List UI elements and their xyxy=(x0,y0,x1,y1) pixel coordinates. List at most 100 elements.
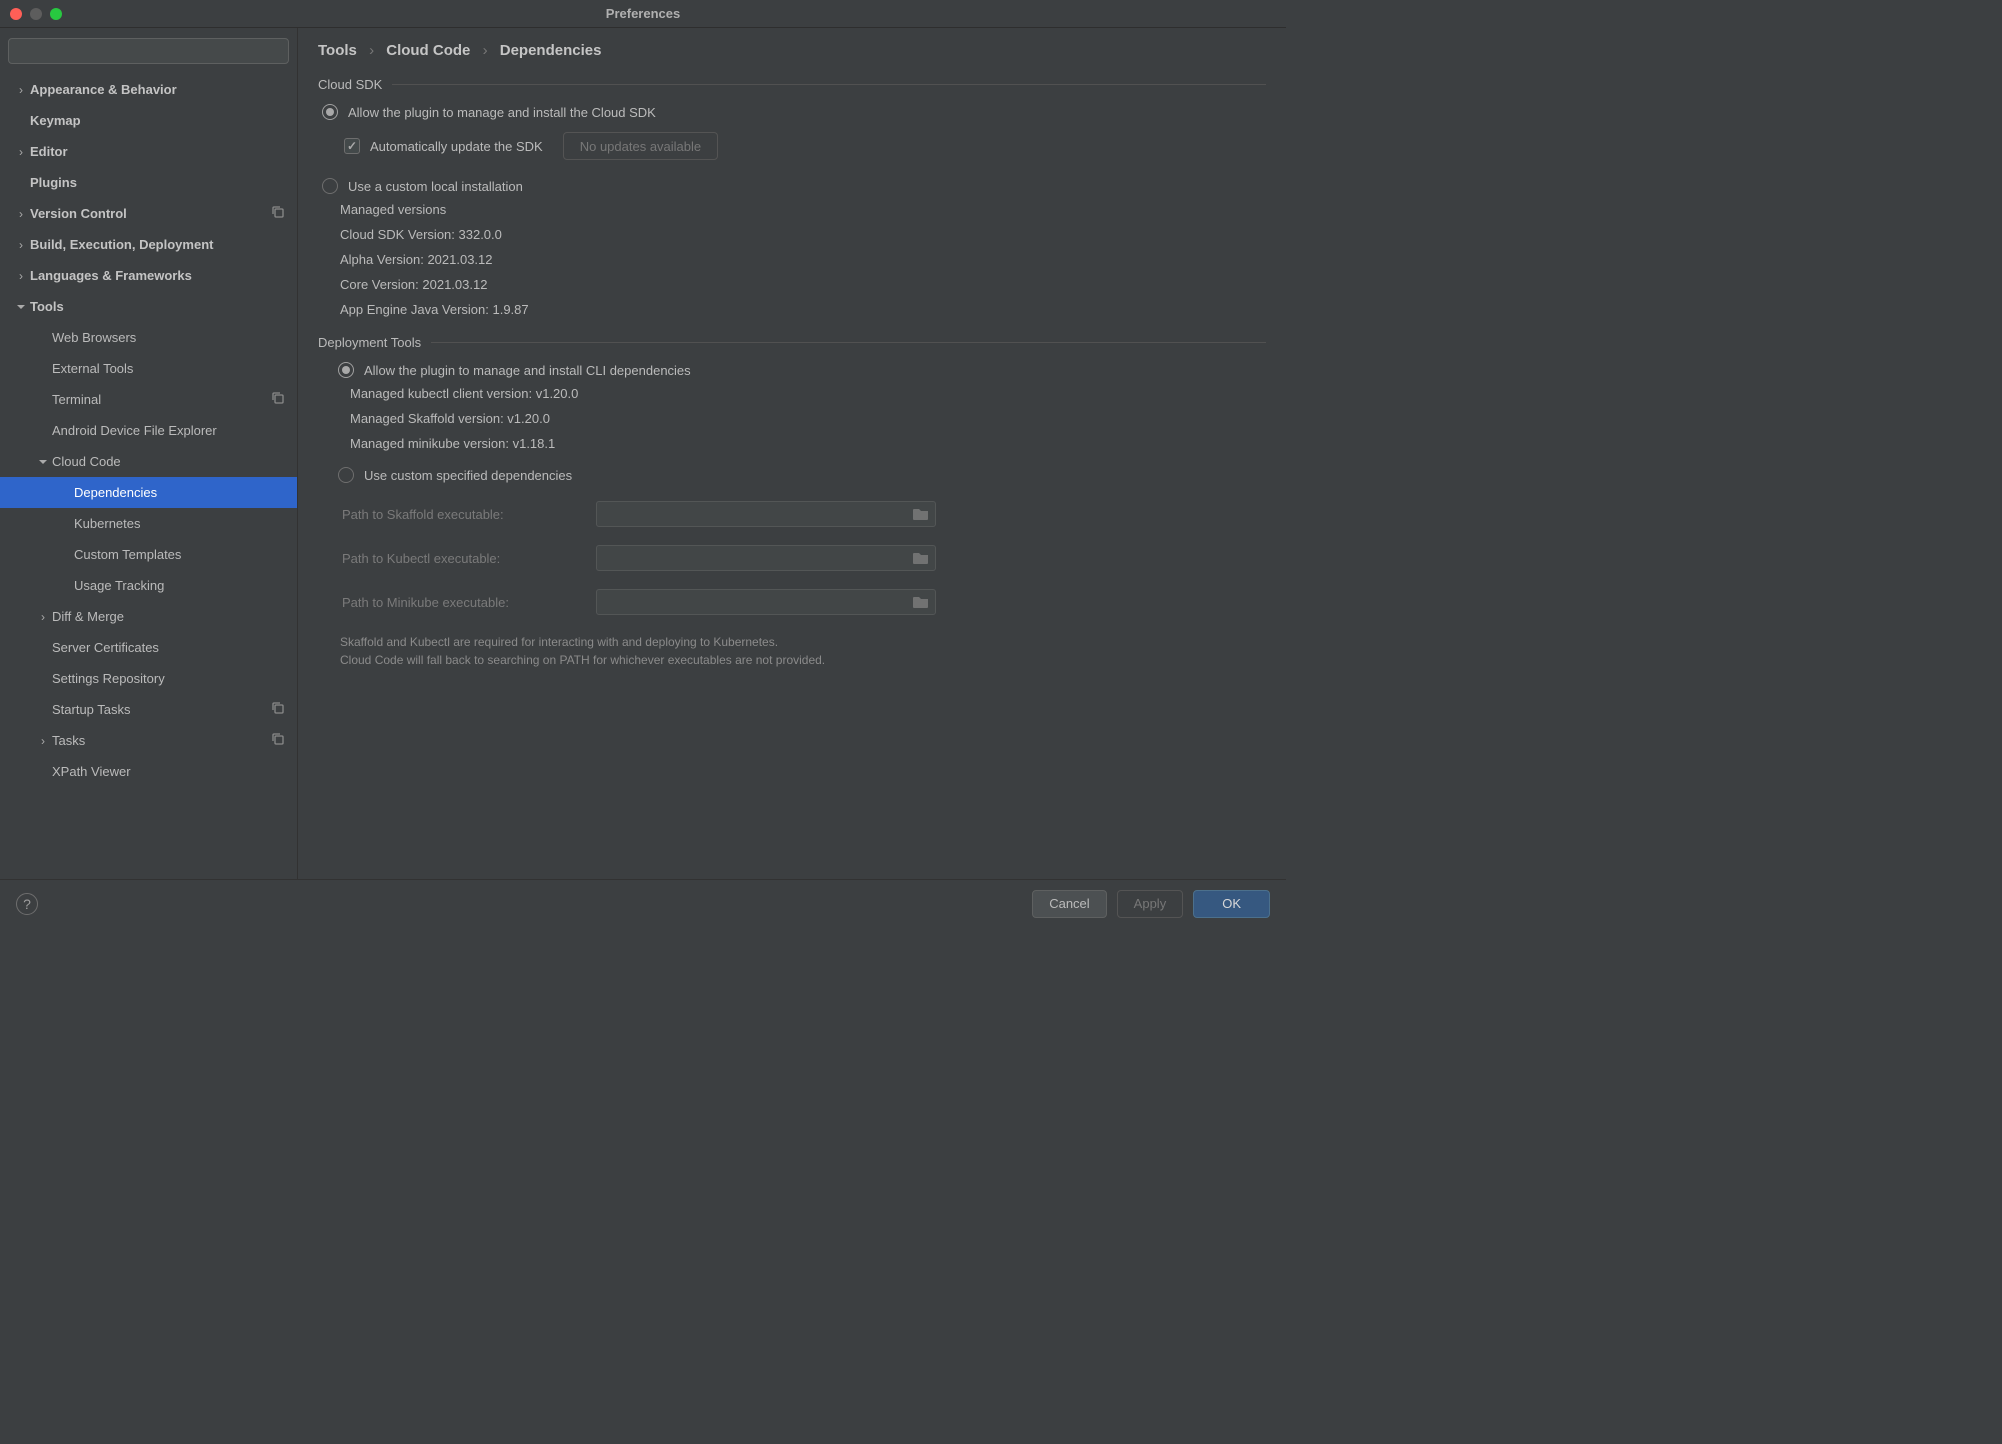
tree-item-android-device-file-explorer[interactable]: Android Device File Explorer xyxy=(0,415,297,446)
tree-item-tasks[interactable]: ›Tasks xyxy=(0,725,297,756)
breadcrumb-part: Dependencies xyxy=(500,42,602,59)
window-controls xyxy=(10,8,62,20)
field-label: Path to Kubectl executable: xyxy=(342,551,576,566)
managed-versions: Managed versions Cloud SDK Version: 332.… xyxy=(340,202,1266,317)
checkbox-auto-update[interactable]: Automatically update the SDK No updates … xyxy=(344,132,1266,160)
radio-label: Use custom specified dependencies xyxy=(364,468,572,483)
zoom-icon[interactable] xyxy=(50,8,62,20)
tree-item-settings-repository[interactable]: Settings Repository xyxy=(0,663,297,694)
tree-item-label: Kubernetes xyxy=(74,516,285,531)
tree-item-editor[interactable]: ›Editor xyxy=(0,136,297,167)
divider xyxy=(431,342,1266,343)
text-input[interactable] xyxy=(603,507,913,522)
tree-item-external-tools[interactable]: External Tools xyxy=(0,353,297,384)
chevron-right-icon: › xyxy=(12,269,30,283)
chevron-down-icon xyxy=(34,457,52,467)
radio-managed-cli[interactable]: Allow the plugin to manage and install C… xyxy=(338,362,1266,378)
info-line: Managed versions xyxy=(340,202,1266,217)
info-line: Managed minikube version: v1.18.1 xyxy=(350,436,1266,451)
folder-icon[interactable] xyxy=(913,595,929,609)
path-minikube-input[interactable] xyxy=(596,589,936,615)
chevron-right-icon: › xyxy=(34,610,52,624)
radio-label: Use a custom local installation xyxy=(348,179,523,194)
tree-item-label: Appearance & Behavior xyxy=(30,82,285,97)
help-button[interactable]: ? xyxy=(16,893,38,915)
tree-item-label: Settings Repository xyxy=(52,671,285,686)
tree-item-xpath-viewer[interactable]: XPath Viewer xyxy=(0,756,297,787)
tree-item-cloud-code[interactable]: Cloud Code xyxy=(0,446,297,477)
ok-button[interactable]: OK xyxy=(1193,890,1270,918)
chevron-right-icon: › xyxy=(34,734,52,748)
section-cloud-sdk: Cloud SDK xyxy=(318,77,1266,92)
tree-item-usage-tracking[interactable]: Usage Tracking xyxy=(0,570,297,601)
close-icon[interactable] xyxy=(10,8,22,20)
tree-item-kubernetes[interactable]: Kubernetes xyxy=(0,508,297,539)
path-kubectl-input[interactable] xyxy=(596,545,936,571)
apply-button[interactable]: Apply xyxy=(1117,890,1184,918)
breadcrumb: Tools › Cloud Code › Dependencies xyxy=(318,42,1266,59)
text-input[interactable] xyxy=(603,595,913,610)
radio-label: Allow the plugin to manage and install C… xyxy=(364,363,691,378)
path-skaffold-input[interactable] xyxy=(596,501,936,527)
minimize-icon[interactable] xyxy=(30,8,42,20)
radio-custom-sdk[interactable]: Use a custom local installation xyxy=(322,178,1266,194)
titlebar: Preferences xyxy=(0,0,1286,28)
radio-icon xyxy=(338,467,354,483)
chevron-right-icon: › xyxy=(12,207,30,221)
section-title: Deployment Tools xyxy=(318,335,421,350)
tree-item-web-browsers[interactable]: Web Browsers xyxy=(0,322,297,353)
tree-item-label: Languages & Frameworks xyxy=(30,268,285,283)
search-input[interactable] xyxy=(8,38,289,64)
text-input[interactable] xyxy=(603,551,913,566)
divider xyxy=(392,84,1266,85)
tree-item-label: XPath Viewer xyxy=(52,764,285,779)
tree-item-label: Startup Tasks xyxy=(52,702,271,717)
tree-item-server-certificates[interactable]: Server Certificates xyxy=(0,632,297,663)
tree-item-tools[interactable]: Tools xyxy=(0,291,297,322)
radio-icon xyxy=(322,104,338,120)
radio-managed-sdk[interactable]: Allow the plugin to manage and install t… xyxy=(322,104,1266,120)
tree-item-dependencies[interactable]: Dependencies xyxy=(0,477,297,508)
tree-item-terminal[interactable]: Terminal xyxy=(0,384,297,415)
hint-line: Cloud Code will fall back to searching o… xyxy=(340,651,1266,669)
chevron-right-icon: › xyxy=(483,42,488,59)
tree-item-label: Server Certificates xyxy=(52,640,285,655)
tree-item-custom-templates[interactable]: Custom Templates xyxy=(0,539,297,570)
tree-item-languages-frameworks[interactable]: ›Languages & Frameworks xyxy=(0,260,297,291)
tree-item-build-execution-deployment[interactable]: ›Build, Execution, Deployment xyxy=(0,229,297,260)
folder-icon[interactable] xyxy=(913,507,929,521)
info-line: Cloud SDK Version: 332.0.0 xyxy=(340,227,1266,242)
field-label: Path to Skaffold executable: xyxy=(342,507,576,522)
window-title: Preferences xyxy=(606,6,680,21)
section-title: Cloud SDK xyxy=(318,77,382,92)
tree-item-startup-tasks[interactable]: Startup Tasks xyxy=(0,694,297,725)
chevron-right-icon: › xyxy=(12,145,30,159)
info-line: Managed Skaffold version: v1.20.0 xyxy=(350,411,1266,426)
copy-icon[interactable] xyxy=(271,701,285,718)
folder-icon[interactable] xyxy=(913,551,929,565)
copy-icon[interactable] xyxy=(271,391,285,408)
radio-custom-cli[interactable]: Use custom specified dependencies xyxy=(338,467,1266,483)
tree-item-label: Custom Templates xyxy=(74,547,285,562)
footer: ? Cancel Apply OK xyxy=(0,879,1286,927)
breadcrumb-part[interactable]: Tools xyxy=(318,42,357,59)
info-line: Core Version: 2021.03.12 xyxy=(340,277,1266,292)
chevron-right-icon: › xyxy=(12,238,30,252)
tree-item-keymap[interactable]: Keymap xyxy=(0,105,297,136)
tree-item-version-control[interactable]: ›Version Control xyxy=(0,198,297,229)
tree-item-diff-merge[interactable]: ›Diff & Merge xyxy=(0,601,297,632)
info-line: Alpha Version: 2021.03.12 xyxy=(340,252,1266,267)
breadcrumb-part[interactable]: Cloud Code xyxy=(386,42,470,59)
tree-item-label: Editor xyxy=(30,144,285,159)
copy-icon[interactable] xyxy=(271,205,285,222)
copy-icon[interactable] xyxy=(271,732,285,749)
cancel-button[interactable]: Cancel xyxy=(1032,890,1106,918)
section-deployment-tools: Deployment Tools xyxy=(318,335,1266,350)
tree-item-label: Tools xyxy=(30,299,285,314)
tree-item-label: Usage Tracking xyxy=(74,578,285,593)
tree-item-label: Terminal xyxy=(52,392,271,407)
tree-item-label: Keymap xyxy=(30,113,285,128)
tree-item-appearance-behavior[interactable]: ›Appearance & Behavior xyxy=(0,74,297,105)
path-kubectl-row: Path to Kubectl executable: xyxy=(342,545,1266,571)
tree-item-plugins[interactable]: Plugins xyxy=(0,167,297,198)
